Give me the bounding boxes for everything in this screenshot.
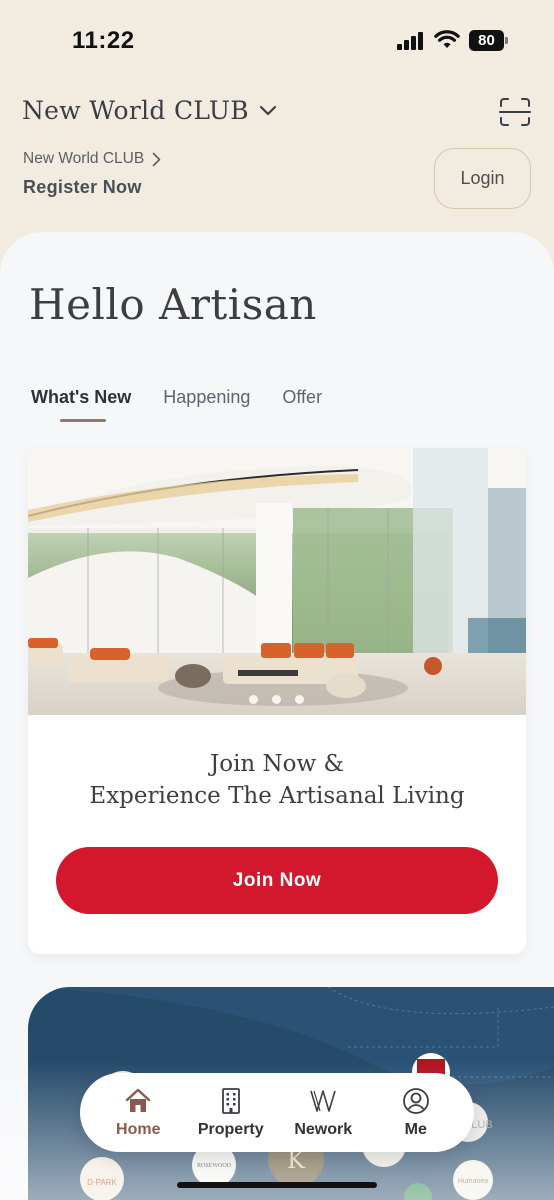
login-button[interactable]: Login <box>434 148 531 209</box>
nav-item-me[interactable]: Me <box>375 1087 457 1139</box>
nav-item-property[interactable]: Property <box>190 1087 272 1139</box>
brand-selector[interactable]: New World CLUB <box>22 96 277 125</box>
status-bar: 11:22 80 <box>0 0 554 80</box>
home-indicator[interactable] <box>177 1182 377 1188</box>
chevron-down-icon <box>259 105 277 115</box>
rosewood-logo: ROSEWOOD <box>197 1163 232 1169</box>
nav-item-network[interactable]: Nework <box>282 1087 364 1139</box>
promo-title-line2: Experience The Artisanal Living <box>89 783 465 809</box>
wifi-icon <box>434 30 460 48</box>
tab-offer[interactable]: Offer <box>282 387 322 408</box>
carousel-dot[interactable] <box>272 695 281 704</box>
carousel-dots[interactable] <box>249 695 318 704</box>
tab-whats-new[interactable]: What's New <box>31 387 131 408</box>
status-time: 11:22 <box>72 27 135 54</box>
nav-label-property: Property <box>197 1120 264 1138</box>
promo-title-line1: Join Now & <box>210 751 344 777</box>
d-park-logo: D·PARK <box>87 1178 117 1187</box>
nav-label-network: Nework <box>294 1120 353 1138</box>
signal-icon <box>397 32 425 50</box>
building-icon <box>221 1087 240 1114</box>
network-icon <box>310 1089 337 1112</box>
home-icon <box>126 1088 151 1112</box>
carousel-dot[interactable] <box>295 695 304 704</box>
join-now-button[interactable]: Join Now <box>56 847 498 914</box>
chevron-right-icon <box>152 152 161 166</box>
battery-icon: 80 <box>469 30 508 51</box>
register-now-link[interactable]: Register Now <box>23 177 142 198</box>
nav-item-home[interactable]: Home <box>97 1087 179 1139</box>
nav-label-me: Me <box>404 1120 427 1138</box>
greeting-title: Hello Artisan <box>29 280 317 329</box>
tab-bar: What's New Happening Offer <box>31 387 354 408</box>
promo-title: Join Now & Experience The Artisanal Livi… <box>28 748 526 812</box>
active-tab-indicator <box>60 419 106 422</box>
tab-happening[interactable]: Happening <box>163 387 250 408</box>
nav-label-home: Home <box>116 1120 161 1138</box>
promo-card: Join Now & Experience The Artisanal Livi… <box>28 448 526 954</box>
profile-icon <box>402 1087 429 1114</box>
carousel-dot[interactable] <box>249 695 258 704</box>
humanea-logo: Humanea <box>458 1178 488 1185</box>
lobby-image[interactable] <box>28 448 526 715</box>
club-link[interactable]: New World CLUB <box>23 150 161 168</box>
bottom-nav: Home Property Nework Me <box>80 1073 474 1152</box>
battery-level: 80 <box>469 30 504 51</box>
club-link-label: New World CLUB <box>23 150 145 167</box>
brand-title: New World CLUB <box>22 96 249 125</box>
scan-icon[interactable] <box>499 97 531 127</box>
